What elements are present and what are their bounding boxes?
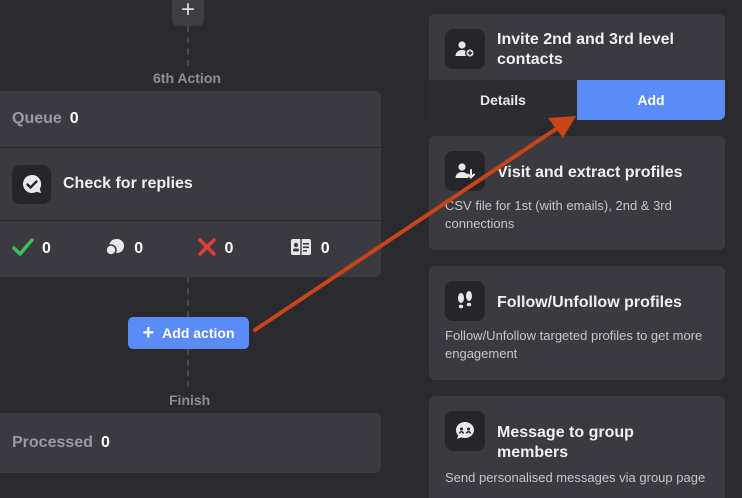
stat-replied: 0 (12, 237, 104, 262)
queue-label: Queue (12, 110, 62, 127)
queue-row: Queue 0 (0, 91, 381, 147)
details-button[interactable]: Details (429, 80, 577, 120)
footprints-icon (445, 281, 485, 321)
action-row[interactable]: Check for replies (0, 148, 381, 220)
stat-value: 0 (42, 240, 51, 257)
user-download-icon (445, 151, 485, 191)
option-tab-bar: Details Add (429, 80, 725, 120)
user-plus-icon (445, 29, 485, 69)
action-option-visit-extract[interactable]: Visit and extract profiles CSV file for … (429, 136, 725, 250)
action-option-group-message[interactable]: Message to group members Send personalis… (429, 396, 725, 498)
stat-value: 0 (224, 240, 234, 257)
group-chat-icon (445, 411, 485, 451)
option-description: CSV file for 1st (with emails), 2nd & 3r… (445, 198, 672, 231)
stats-row: 0 0 0 0 (0, 221, 381, 277)
option-title: Message to group members (497, 424, 634, 461)
add-action-label: Add action (162, 325, 235, 341)
option-title: Follow/Unfollow profiles (497, 294, 682, 311)
add-step-button[interactable]: + (172, 0, 204, 26)
stat-failed: 0 (197, 237, 289, 262)
address-book-icon (289, 237, 313, 262)
queue-count: 0 (69, 110, 79, 127)
check-icon (12, 237, 34, 262)
stat-value: 0 (134, 240, 144, 257)
stat-contacts: 0 (289, 237, 381, 262)
option-description: Send personalised messages via group pag… (445, 470, 706, 485)
add-action-button[interactable]: + Add action (128, 317, 249, 349)
plus-icon: + (142, 322, 155, 344)
action-option-invite[interactable]: Invite 2nd and 3rd level contacts Detail… (429, 14, 725, 120)
step-label: 6th Action (153, 70, 221, 86)
option-title: Invite 2nd and 3rd level contacts (497, 31, 674, 68)
add-button[interactable]: Add (577, 80, 725, 120)
connector-middle (187, 277, 189, 317)
connector-lower (187, 349, 189, 387)
action-title: Check for replies (63, 175, 193, 192)
action-card: Queue 0 Check for replies 0 0 0 0 (0, 91, 381, 277)
cross-icon (197, 237, 217, 262)
chat-bubbles-icon (104, 237, 126, 262)
option-description: Follow/Unfollow targeted profiles to get… (445, 328, 703, 361)
processed-label: Processed (12, 434, 93, 451)
processed-card: Processed 0 (0, 413, 381, 473)
stat-conversations: 0 (104, 237, 196, 262)
option-header: Message to group members (429, 396, 725, 463)
stat-value: 0 (320, 240, 330, 257)
processed-count: 0 (100, 434, 110, 451)
option-title: Visit and extract profiles (497, 164, 683, 181)
finish-label: Finish (169, 392, 211, 408)
option-header: Visit and extract profiles (429, 136, 725, 191)
option-header: Invite 2nd and 3rd level contacts (429, 14, 725, 70)
option-header: Follow/Unfollow profiles (429, 266, 725, 321)
connector-top (187, 26, 189, 66)
chat-bubble-check-icon (12, 164, 51, 204)
action-option-follow-unfollow[interactable]: Follow/Unfollow profiles Follow/Unfollow… (429, 266, 725, 380)
